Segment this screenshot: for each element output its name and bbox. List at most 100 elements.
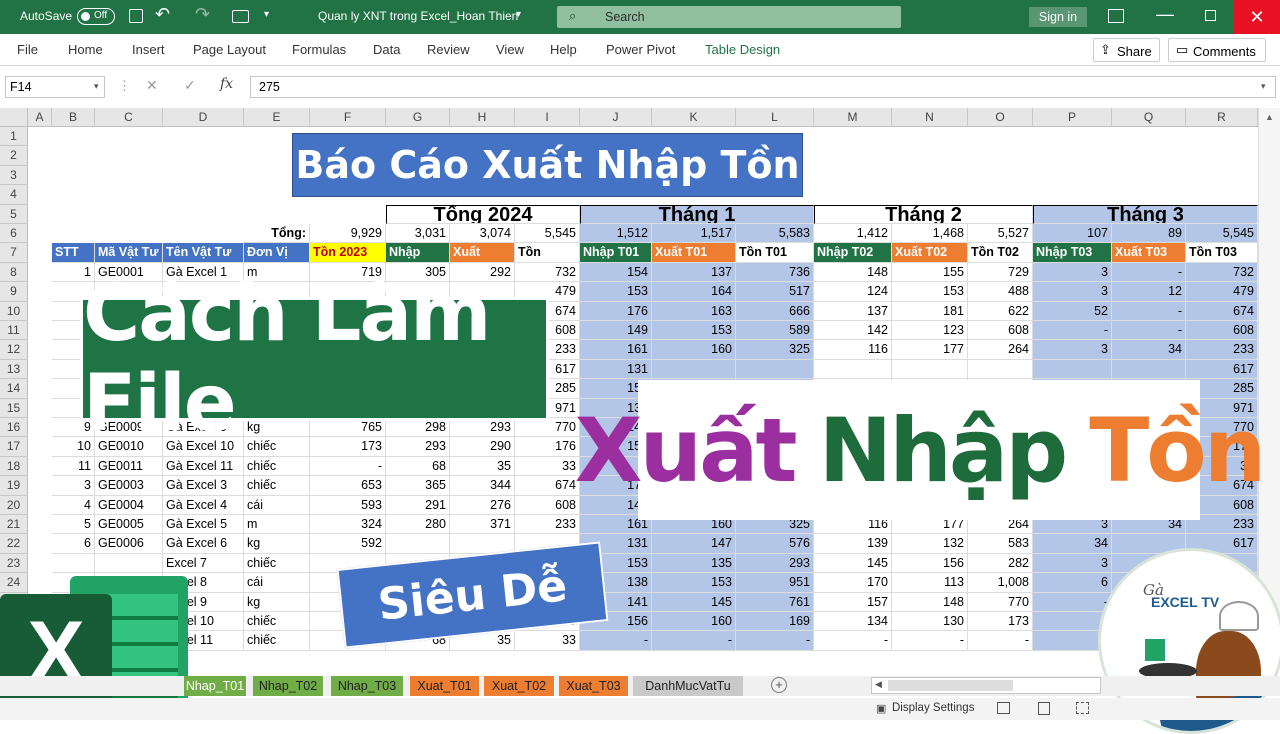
table-cell[interactable]: 116 xyxy=(814,340,892,360)
comments-button[interactable]: ▭ Comments xyxy=(1168,38,1266,62)
table-cell[interactable]: 34 xyxy=(1112,340,1186,360)
scroll-up-icon[interactable]: ▲ xyxy=(1265,112,1274,122)
table-header[interactable]: Xuất T01 xyxy=(652,243,736,263)
filename-chevron-icon[interactable]: ▾ xyxy=(516,9,521,20)
table-cell[interactable]: 164 xyxy=(652,282,736,302)
file-name[interactable]: Quan ly XNT trong Excel_Hoan Thien xyxy=(318,9,518,23)
table-cell[interactable]: 177 xyxy=(892,340,968,360)
sheet-tab-xuat-t02[interactable]: Xuat_T02 xyxy=(484,676,555,696)
table-cell[interactable]: - xyxy=(580,631,652,651)
column-header[interactable]: M xyxy=(814,108,892,127)
table-cell[interactable]: 161 xyxy=(580,340,652,360)
total-value[interactable]: 5,545 xyxy=(1186,224,1258,244)
table-cell[interactable]: - xyxy=(1033,321,1112,341)
tab-review[interactable]: Review xyxy=(427,42,470,57)
table-cell[interactable]: - xyxy=(1112,321,1186,341)
total-value[interactable]: 1,468 xyxy=(892,224,968,244)
table-cell[interactable]: chiếc xyxy=(244,631,310,651)
column-header[interactable]: J xyxy=(580,108,652,127)
table-cell[interactable]: 729 xyxy=(968,262,1033,283)
table-cell[interactable]: 153 xyxy=(892,282,968,302)
sheet-tab-xuat-t03[interactable]: Xuat_T03 xyxy=(559,676,629,696)
table-cell[interactable]: 951 xyxy=(736,573,814,593)
sheet-tab-nhap-t01[interactable]: Nhap_T01 xyxy=(184,676,247,696)
table-cell[interactable]: 6 xyxy=(1033,573,1112,593)
tab-power-pivot[interactable]: Power Pivot xyxy=(606,42,675,57)
scroll-thumb[interactable] xyxy=(888,680,1013,691)
column-header[interactable]: B xyxy=(52,108,95,127)
table-cell[interactable]: 291 xyxy=(386,495,450,515)
table-cell[interactable]: 576 xyxy=(736,534,814,554)
table-cell[interactable]: 124 xyxy=(814,282,892,302)
table-cell[interactable] xyxy=(1033,359,1112,380)
table-header[interactable]: Tồn xyxy=(515,243,580,263)
table-cell[interactable]: 145 xyxy=(814,553,892,574)
undo-icon[interactable]: ↶ xyxy=(155,4,170,25)
table-cell[interactable]: 736 xyxy=(736,262,814,283)
sheet-tab-nhap-t02[interactable]: Nhap_T02 xyxy=(253,676,324,696)
table-cell[interactable]: - xyxy=(310,456,386,477)
table-header[interactable]: Đơn Vị xyxy=(244,243,310,263)
total-value[interactable]: 3,074 xyxy=(450,224,515,244)
column-header[interactable]: C xyxy=(95,108,163,127)
page-break-view-icon[interactable] xyxy=(1076,702,1089,714)
table-header[interactable]: Nhập T01 xyxy=(580,243,652,263)
column-header[interactable]: G xyxy=(386,108,450,127)
table-cell[interactable]: m xyxy=(244,515,310,535)
table-cell[interactable] xyxy=(968,359,1033,380)
row-header[interactable]: 16 xyxy=(0,418,28,438)
total-value[interactable]: 89 xyxy=(1112,224,1186,244)
table-cell[interactable]: Gà Excel 3 xyxy=(163,476,244,496)
table-cell[interactable]: 280 xyxy=(386,515,450,535)
column-header[interactable]: H xyxy=(450,108,515,127)
table-cell[interactable]: 3 xyxy=(1033,282,1112,302)
table-cell[interactable]: 137 xyxy=(814,301,892,321)
table-header[interactable]: Xuất T02 xyxy=(892,243,968,263)
table-cell[interactable]: 157 xyxy=(814,592,892,612)
tab-help[interactable]: Help xyxy=(550,42,577,57)
table-cell[interactable]: 153 xyxy=(652,321,736,341)
table-cell[interactable]: 130 xyxy=(892,612,968,632)
column-header[interactable]: F xyxy=(310,108,386,127)
row-header[interactable]: 1 xyxy=(0,127,28,147)
tab-view[interactable]: View xyxy=(496,42,524,57)
row-header[interactable]: 21 xyxy=(0,515,28,535)
select-all-corner[interactable] xyxy=(0,108,28,127)
table-cell[interactable] xyxy=(814,359,892,380)
table-cell[interactable]: - xyxy=(814,631,892,651)
table-cell[interactable]: 592 xyxy=(310,534,386,554)
table-cell[interactable]: 149 xyxy=(580,321,652,341)
table-header[interactable]: STT xyxy=(52,243,95,263)
table-cell[interactable]: 154 xyxy=(580,262,652,283)
tab-insert[interactable]: Insert xyxy=(132,42,165,57)
table-cell[interactable]: 1,008 xyxy=(968,573,1033,593)
table-cell[interactable]: 134 xyxy=(814,612,892,632)
table-cell[interactable] xyxy=(892,359,968,380)
table-cell[interactable]: 113 xyxy=(892,573,968,593)
add-sheet-icon[interactable]: + xyxy=(771,677,787,693)
table-cell[interactable]: 52 xyxy=(1033,301,1112,321)
table-cell[interactable]: chiếc xyxy=(244,476,310,496)
table-cell[interactable]: 169 xyxy=(736,612,814,632)
table-cell[interactable]: 344 xyxy=(450,476,515,496)
table-cell[interactable]: 608 xyxy=(1186,321,1258,341)
table-cell[interactable]: cái xyxy=(244,495,310,515)
table-cell[interactable]: 4 xyxy=(52,495,95,515)
table-cell[interactable]: GE0004 xyxy=(95,495,163,515)
table-cell[interactable]: GE0011 xyxy=(95,456,163,477)
table-header[interactable]: Xuất xyxy=(450,243,515,263)
redo-icon[interactable]: ↷ xyxy=(195,4,210,25)
table-cell[interactable] xyxy=(736,359,814,380)
sheet-tab-nhap-t03[interactable]: Nhap_T03 xyxy=(331,676,404,696)
total-value[interactable]: 107 xyxy=(1033,224,1112,244)
table-cell[interactable]: 3 xyxy=(1033,553,1112,574)
row-header[interactable]: 4 xyxy=(0,185,28,205)
table-cell[interactable]: 325 xyxy=(736,340,814,360)
row-header[interactable]: 19 xyxy=(0,476,28,496)
ribbon-display-icon[interactable] xyxy=(1108,9,1124,23)
table-cell[interactable]: 137 xyxy=(652,262,736,283)
table-cell[interactable]: 35 xyxy=(450,456,515,477)
enter-icon[interactable]: ✓ xyxy=(184,77,196,94)
table-cell[interactable]: 176 xyxy=(580,301,652,321)
row-header[interactable]: 2 xyxy=(0,146,28,166)
